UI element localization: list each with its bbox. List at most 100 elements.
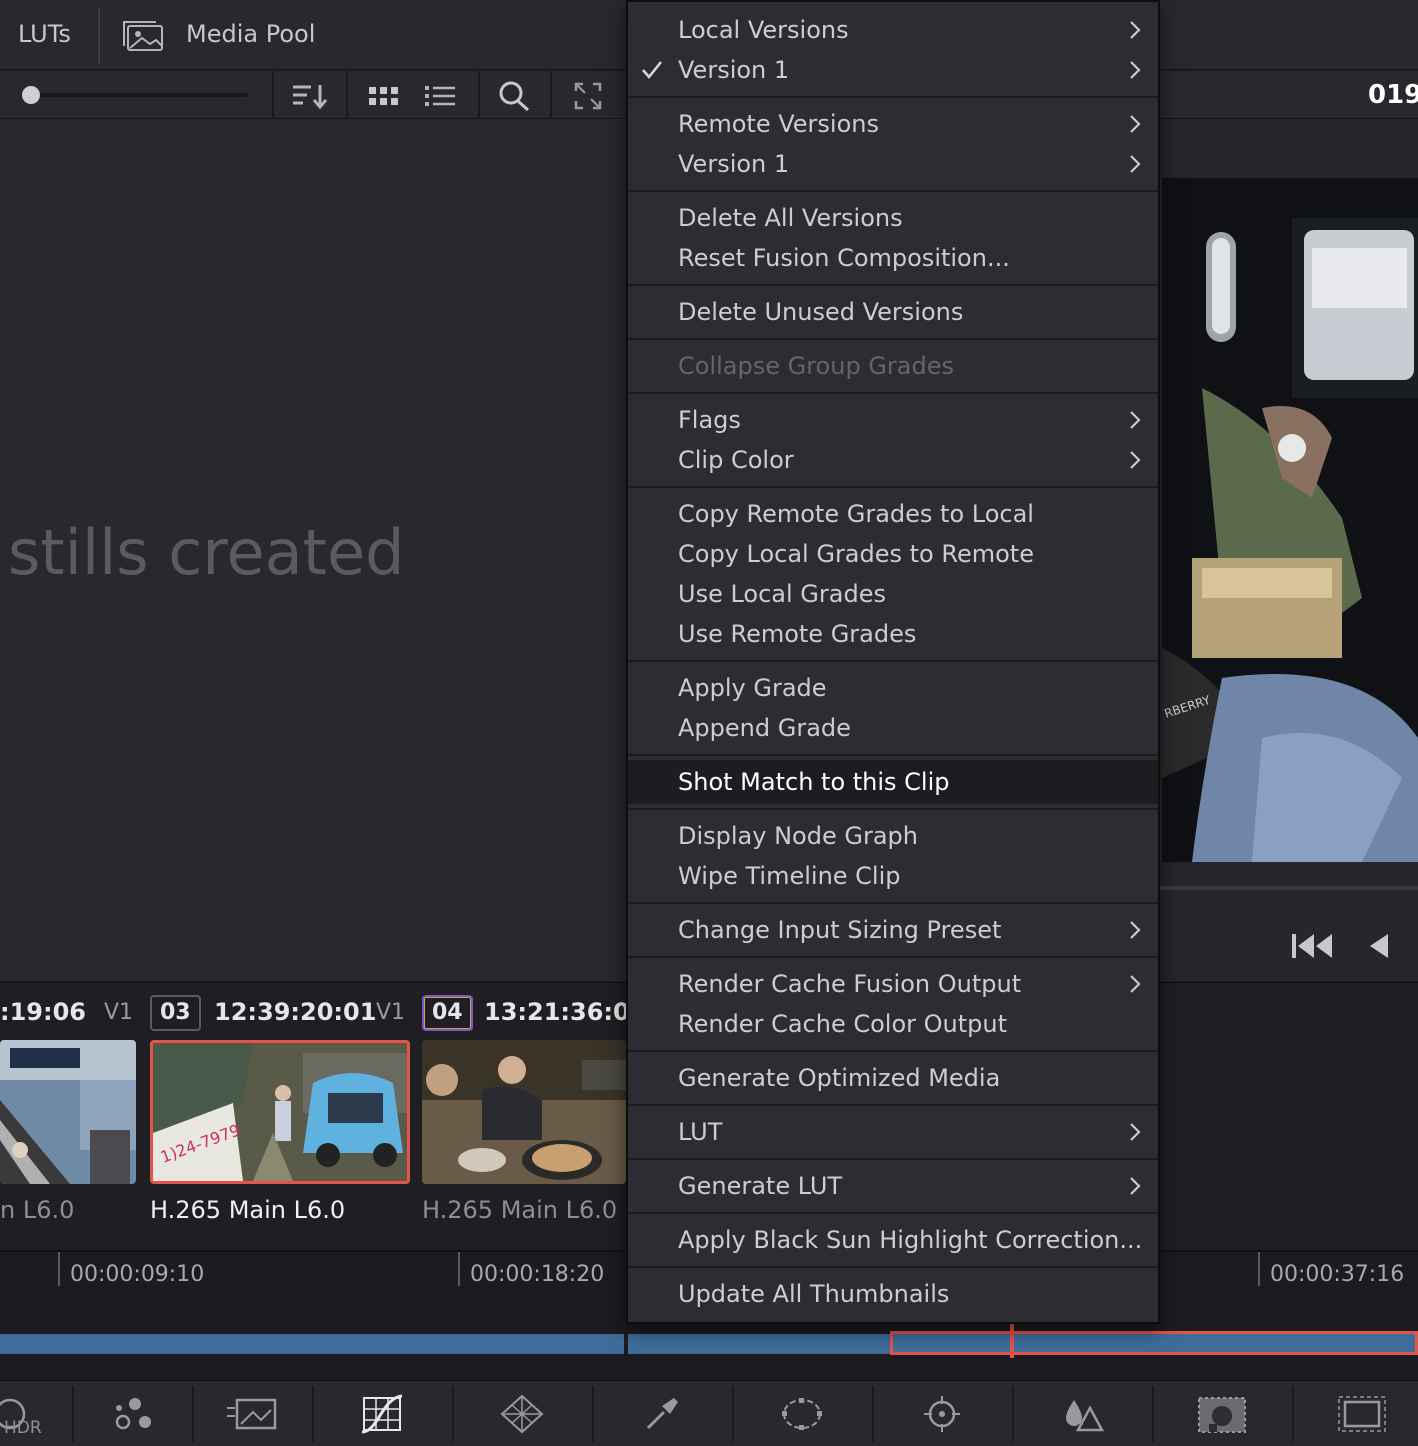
- menu-item-label: Apply Black Sun Highlight Correction...: [678, 1226, 1143, 1254]
- menu-item-label: Render Cache Fusion Output: [678, 970, 1022, 998]
- palette-divider: [1292, 1386, 1294, 1442]
- menu-item-label: Delete All Versions: [678, 204, 903, 232]
- timeline-selected-clip[interactable]: [890, 1331, 1418, 1355]
- menu-item-label: Delete Unused Versions: [678, 298, 964, 326]
- menu-item-generate-lut[interactable]: Generate LUT: [628, 1166, 1158, 1206]
- motion-effects-icon[interactable]: [222, 1390, 282, 1438]
- search-icon[interactable]: [492, 80, 536, 112]
- play-reverse-icon[interactable]: [1366, 930, 1390, 966]
- timeline-label: 00:00:09:10: [70, 1262, 205, 1287]
- menu-item-label: Generate Optimized Media: [678, 1064, 1001, 1092]
- menu-item-change-input-sizing[interactable]: Change Input Sizing Preset: [628, 910, 1158, 950]
- clip-thumbnail[interactable]: [422, 1040, 626, 1184]
- menu-item-shot-match[interactable]: Shot Match to this Clip: [628, 760, 1158, 804]
- clip-timecode: :19:06: [0, 998, 86, 1026]
- clip-codec: n L6.0: [0, 1196, 75, 1224]
- warper-icon[interactable]: [492, 1390, 552, 1438]
- toolbar-divider: [550, 71, 552, 119]
- menu-item-render-cache-fusion[interactable]: Render Cache Fusion Output: [628, 964, 1158, 1004]
- menu-separator: [628, 486, 1158, 488]
- tracker-icon[interactable]: [912, 1390, 972, 1438]
- menu-separator: [628, 956, 1158, 958]
- menu-item-copy-remote-to-local[interactable]: Copy Remote Grades to Local: [628, 494, 1158, 534]
- list-view-icon[interactable]: [418, 80, 462, 112]
- menu-item-flags[interactable]: Flags: [628, 400, 1158, 440]
- chevron-right-icon: [1128, 153, 1142, 179]
- timeline-label: 00:00:37:16: [1270, 1262, 1405, 1287]
- clip-thumbnail-selected[interactable]: 1)24-7979: [150, 1040, 410, 1184]
- menu-item-label: Change Input Sizing Preset: [678, 916, 1002, 944]
- tab-luts[interactable]: LUTs: [18, 20, 71, 48]
- menu-separator: [628, 808, 1158, 810]
- media-pool-icon[interactable]: [122, 18, 166, 58]
- menu-separator: [628, 338, 1158, 340]
- gallery-empty-message: stills created: [8, 516, 405, 589]
- menu-item-generate-optimized-media[interactable]: Generate Optimized Media: [628, 1058, 1158, 1098]
- skip-to-start-icon[interactable]: [1290, 930, 1334, 966]
- menu-item-clip-color[interactable]: Clip Color: [628, 440, 1158, 480]
- menu-item-use-local-grades[interactable]: Use Local Grades: [628, 574, 1158, 614]
- viewer-timecode: 019.: [1368, 80, 1418, 110]
- menu-item-reset-fusion-composition[interactable]: Reset Fusion Composition...: [628, 238, 1158, 278]
- menu-separator: [628, 284, 1158, 286]
- menu-item-apply-grade[interactable]: Apply Grade: [628, 668, 1158, 708]
- clip-timecode: 13:21:36:04: [484, 998, 647, 1026]
- timeline-playhead[interactable]: [1010, 1324, 1014, 1358]
- menu-item-wipe-timeline-clip[interactable]: Wipe Timeline Clip: [628, 856, 1158, 896]
- menu-item-label: Copy Remote Grades to Local: [678, 500, 1034, 528]
- timeline-clip-bar[interactable]: [0, 1334, 624, 1354]
- timeline-clip-bar[interactable]: [628, 1334, 890, 1354]
- palette-divider: [192, 1386, 194, 1442]
- tab-media-pool[interactable]: Media Pool: [186, 20, 315, 48]
- rgb-mixer-icon[interactable]: [102, 1390, 162, 1438]
- menu-item-use-remote-grades[interactable]: Use Remote Grades: [628, 614, 1158, 654]
- menu-item-label: Flags: [678, 406, 741, 434]
- clip-codec: H.265 Main L6.0: [150, 1196, 346, 1224]
- menu-item-local-version-1[interactable]: Version 1: [628, 50, 1158, 90]
- menu-item-label: Apply Grade: [678, 674, 827, 702]
- curves-icon[interactable]: [352, 1390, 412, 1438]
- header-divider: [98, 8, 100, 64]
- menu-item-update-all-thumbnails[interactable]: Update All Thumbnails: [628, 1274, 1158, 1314]
- menu-item-black-sun-correction[interactable]: Apply Black Sun Highlight Correction...: [628, 1220, 1158, 1260]
- menu-item-lut[interactable]: LUT: [628, 1112, 1158, 1152]
- viewer-scrub-bar[interactable]: [1160, 886, 1418, 890]
- menu-item-label: Update All Thumbnails: [678, 1280, 950, 1308]
- menu-separator: [628, 1158, 1158, 1160]
- palette-divider: [452, 1386, 454, 1442]
- grid-view-icon[interactable]: [362, 80, 406, 112]
- menu-item-label: Reset Fusion Composition...: [678, 244, 1010, 272]
- menu-item-label: Use Remote Grades: [678, 620, 917, 648]
- expand-icon[interactable]: [566, 80, 610, 112]
- clip-number-badge: 03: [150, 995, 201, 1031]
- thumbnail-size-slider[interactable]: [28, 93, 248, 97]
- key-icon[interactable]: [1192, 1390, 1252, 1438]
- menu-item-remote-versions[interactable]: Remote Versions: [628, 104, 1158, 144]
- menu-separator: [628, 1104, 1158, 1106]
- menu-item-label: Remote Versions: [678, 110, 879, 138]
- menu-item-delete-unused-versions[interactable]: Delete Unused Versions: [628, 292, 1158, 332]
- menu-item-local-versions[interactable]: Local Versions: [628, 10, 1158, 50]
- menu-item-remote-version-1[interactable]: Version 1: [628, 144, 1158, 184]
- qualifier-icon[interactable]: [632, 1390, 692, 1438]
- menu-item-render-cache-color[interactable]: Render Cache Color Output: [628, 1004, 1158, 1044]
- menu-item-label: Version 1: [678, 150, 790, 178]
- menu-separator: [628, 902, 1158, 904]
- menu-item-append-grade[interactable]: Append Grade: [628, 708, 1158, 748]
- clip-thumbnail[interactable]: [0, 1040, 136, 1184]
- window-icon[interactable]: [772, 1390, 832, 1438]
- sizing-icon[interactable]: [1332, 1390, 1392, 1438]
- clip-track: V1: [376, 1000, 406, 1025]
- chevron-right-icon: [1128, 409, 1142, 435]
- menu-separator: [628, 754, 1158, 756]
- timeline-tick: [1258, 1252, 1260, 1286]
- blur-icon[interactable]: [1052, 1390, 1112, 1438]
- menu-item-label: Use Local Grades: [678, 580, 886, 608]
- menu-item-display-node-graph[interactable]: Display Node Graph: [628, 816, 1158, 856]
- clip-track: V1: [104, 1000, 134, 1025]
- sort-icon[interactable]: [288, 80, 332, 112]
- timeline-label: 00:00:18:20: [470, 1262, 605, 1287]
- menu-item-delete-all-versions[interactable]: Delete All Versions: [628, 198, 1158, 238]
- menu-item-copy-local-to-remote[interactable]: Copy Local Grades to Remote: [628, 534, 1158, 574]
- slider-handle[interactable]: [22, 86, 40, 104]
